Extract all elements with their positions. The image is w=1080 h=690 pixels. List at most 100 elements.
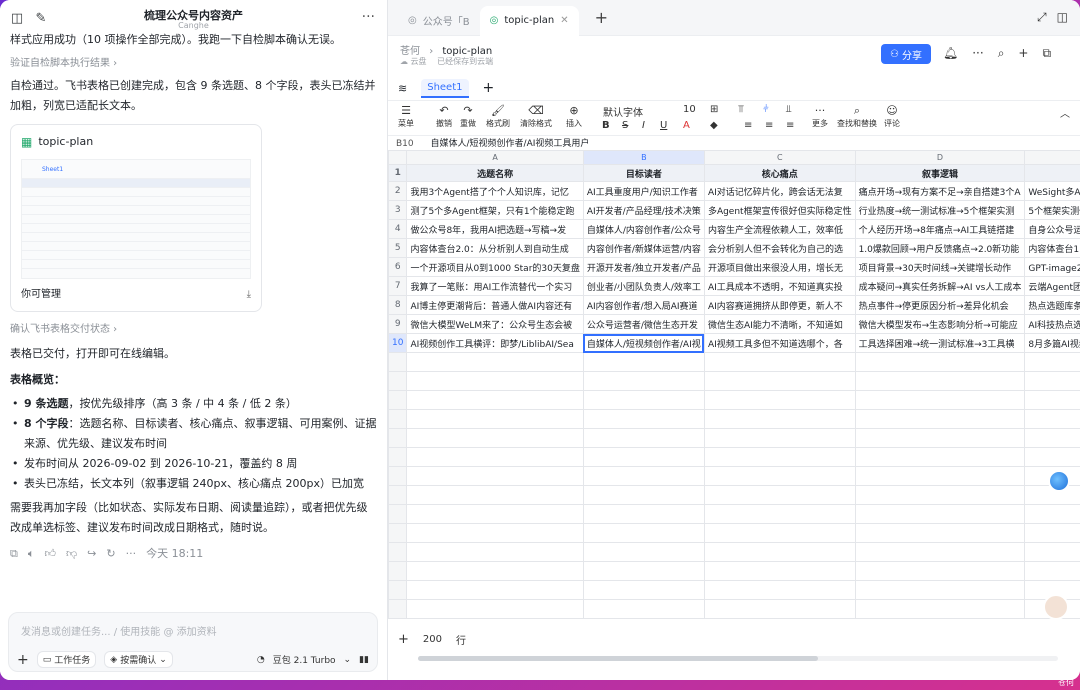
strikethrough-icon[interactable]: S: [622, 120, 628, 131]
row-number[interactable]: [388, 371, 408, 391]
font-size-select[interactable]: 10: [683, 104, 696, 115]
table-cell[interactable]: 5个框架实测任务测试（含失败: [1024, 200, 1080, 220]
header-cell[interactable]: 可用案例: [1024, 164, 1080, 182]
row-number[interactable]: 2: [388, 181, 408, 201]
step-link-verify[interactable]: 验证自检脚本执行结果 ›: [10, 54, 378, 74]
table-cell[interactable]: 我用3个Agent搭了个个人知识库，记忆: [406, 181, 584, 201]
table-cell[interactable]: [582, 409, 705, 429]
row-number[interactable]: 1: [388, 164, 408, 182]
table-cell[interactable]: 多Agent框架宣传很好但实际稳定性: [703, 200, 856, 220]
table-cell[interactable]: 微信大模型WeLM来了：公众号生态会被: [406, 314, 584, 334]
menu-button[interactable]: ☰ 菜单: [398, 104, 414, 129]
table-cell[interactable]: 热点事件→停更原因分析→差异化机会: [854, 295, 1026, 315]
row-number[interactable]: [388, 580, 408, 600]
table-cell[interactable]: 微信大模型发布→生态影响分析→可能应: [854, 314, 1026, 334]
table-cell[interactable]: [582, 523, 705, 543]
table-cell[interactable]: [703, 580, 856, 600]
speaker-icon[interactable]: 🔈︎: [28, 544, 35, 564]
table-cell[interactable]: 个人经历开场→8年痛点→AI工具链搭建: [854, 219, 1026, 239]
table-cell[interactable]: [703, 504, 856, 524]
thumbs-down-icon[interactable]: 👎︎: [66, 544, 77, 564]
table-cell[interactable]: 1.0爆款回顾→用户反馈痛点→2.0新功能: [854, 238, 1026, 258]
table-cell[interactable]: 内容生产全流程依赖人工，效率低: [703, 219, 856, 239]
expand-icon[interactable]: ⤢: [1037, 10, 1047, 25]
more-icon[interactable]: ···: [972, 46, 983, 61]
undo-button[interactable]: ↶ 撤销: [436, 104, 452, 129]
sheet-card[interactable]: ▦ topic-plan Sheet1 你可管理 ⤓: [10, 124, 262, 312]
row-number[interactable]: [388, 466, 408, 486]
assistant-bubble-icon[interactable]: [1048, 470, 1070, 492]
table-cell[interactable]: [582, 352, 705, 372]
table-cell[interactable]: 热点选题库条目、自身账号定位: [1024, 295, 1080, 315]
tab-wechat[interactable]: ◎ 公众号「B: [398, 6, 480, 36]
align-center-icon[interactable]: ≡: [765, 120, 773, 131]
table-cell[interactable]: [703, 390, 856, 410]
insert-button[interactable]: ⊕ 插入: [566, 104, 582, 129]
open-external-icon[interactable]: ⧉: [1042, 46, 1051, 61]
table-cell[interactable]: [582, 504, 705, 524]
row-number[interactable]: 5: [388, 238, 408, 258]
table-cell[interactable]: 测了5个多Agent框架，只有1个能稳定跑: [406, 200, 584, 220]
sheet-table[interactable]: A B C D E 1选题名称目标读者核心痛点叙事逻辑可用案例2我用3个Agen…: [388, 150, 1080, 619]
table-cell[interactable]: [1024, 523, 1080, 543]
table-cell[interactable]: 内容体查台1.0（1.8w阅读）、1: [1024, 238, 1080, 258]
column-header[interactable]: C: [703, 150, 856, 165]
row-number[interactable]: 4: [388, 219, 408, 239]
table-cell[interactable]: [854, 599, 1026, 619]
table-cell[interactable]: 自媒体人/短视频创作者/AI视: [582, 333, 705, 353]
more-icon[interactable]: ···: [362, 9, 375, 25]
find-replace-button[interactable]: ⌕ 查找和替换: [837, 104, 877, 129]
table-cell[interactable]: [582, 447, 705, 467]
table-cell[interactable]: [854, 428, 1026, 448]
column-header[interactable]: A: [406, 150, 584, 165]
header-cell[interactable]: 叙事逻辑: [854, 164, 1026, 182]
sidebar-toggle-icon[interactable]: ◫: [8, 9, 26, 27]
row-number[interactable]: [388, 599, 408, 619]
avatar[interactable]: [1043, 594, 1069, 620]
table-cell[interactable]: [1024, 409, 1080, 429]
chevron-down-icon[interactable]: ⌄: [344, 655, 352, 665]
add-sheet-icon[interactable]: +: [483, 80, 495, 96]
table-cell[interactable]: AI视频工具多但不知道选哪个，各: [703, 333, 856, 353]
horizontal-scrollbar[interactable]: [418, 656, 1058, 661]
table-cell[interactable]: [854, 390, 1026, 410]
formula-bar[interactable]: B10 自媒体人/短视频创作者/AI视频工具用户: [388, 136, 1080, 150]
comment-button[interactable]: ☺ 评论: [884, 104, 900, 129]
table-cell[interactable]: [1024, 504, 1080, 524]
table-cell[interactable]: [406, 504, 584, 524]
bell-icon[interactable]: 🔔︎: [943, 46, 958, 61]
table-cell[interactable]: [1024, 352, 1080, 372]
table-cell[interactable]: AI工具成本不透明，不知道真实投: [703, 276, 856, 296]
rows-count[interactable]: 200: [423, 634, 442, 645]
new-tab-button[interactable]: +: [595, 8, 608, 27]
underline-icon[interactable]: U: [660, 120, 667, 131]
table-cell[interactable]: 我算了一笔账：用AI工作流替代一个实习: [406, 276, 584, 296]
table-cell[interactable]: [406, 447, 584, 467]
table-cell[interactable]: [406, 542, 584, 562]
row-number[interactable]: [388, 390, 408, 410]
task-chip[interactable]: ▭ 工作任务: [36, 651, 97, 668]
row-number[interactable]: [388, 447, 408, 467]
add-rows-icon[interactable]: +: [398, 632, 409, 647]
sheet-tab-1[interactable]: Sheet1: [421, 78, 469, 98]
table-cell[interactable]: 工具选择困难→统一测试标准→3工具横: [854, 333, 1026, 353]
table-cell[interactable]: [854, 371, 1026, 391]
table-cell[interactable]: 自媒体人/内容创作者/公众号: [582, 219, 705, 239]
table-cell[interactable]: [703, 542, 856, 562]
table-cell[interactable]: [582, 561, 705, 581]
step-link-deliver[interactable]: 确认飞书表格交付状态 ›: [10, 320, 378, 340]
table-cell[interactable]: [406, 523, 584, 543]
table-cell[interactable]: [854, 504, 1026, 524]
table-cell[interactable]: [582, 371, 705, 391]
table-cell[interactable]: 痛点开场→现有方案不足→亲自搭建3个A: [854, 181, 1026, 201]
regenerate-icon[interactable]: ↻: [106, 544, 115, 564]
chat-input[interactable]: 发消息或创建任务... / 使用技能 @ 添加资料 + ▭ 工作任务 ◈ 按需确认 ⌄…: [8, 612, 378, 672]
add-icon[interactable]: +: [17, 652, 29, 668]
table-cell[interactable]: [854, 523, 1026, 543]
table-cell[interactable]: [582, 599, 705, 619]
table-cell[interactable]: [703, 428, 856, 448]
table-cell[interactable]: [703, 485, 856, 505]
download-icon[interactable]: ⤓: [247, 285, 251, 305]
table-cell[interactable]: AI科技热点选题库条目、微信工: [1024, 314, 1080, 334]
table-cell[interactable]: [1024, 390, 1080, 410]
